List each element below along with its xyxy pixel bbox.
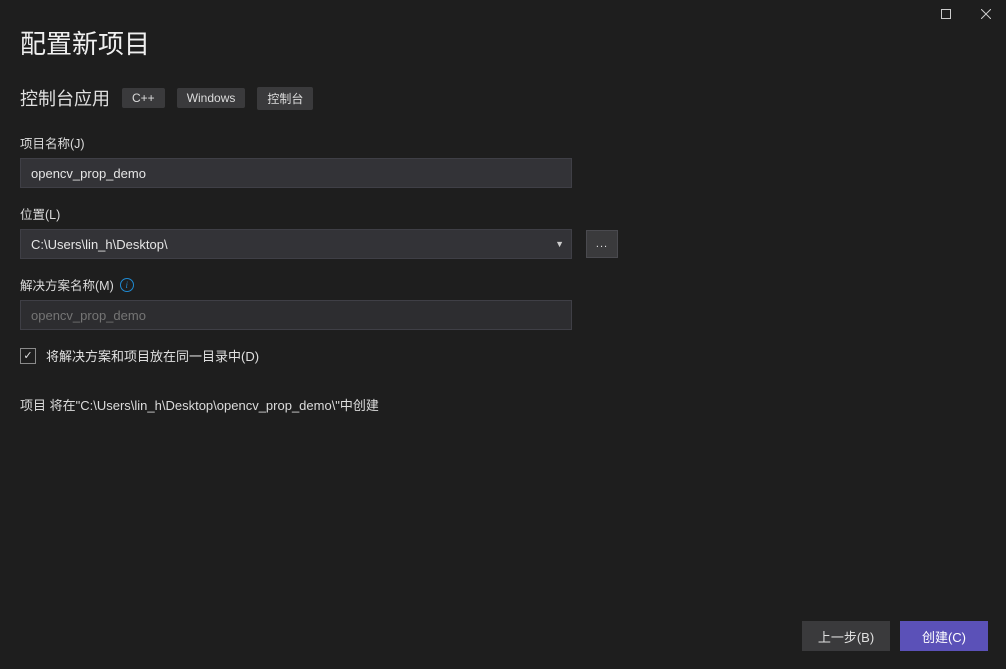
- title-bar: [926, 0, 1006, 28]
- main-content: 配置新项目 控制台应用 C++ Windows 控制台 项目名称(J) 位置(L…: [0, 0, 1006, 434]
- location-combo[interactable]: ▼: [20, 229, 572, 259]
- tag-console: 控制台: [257, 87, 313, 110]
- back-button[interactable]: 上一步(B): [802, 621, 890, 651]
- location-label: 位置(L): [20, 204, 986, 223]
- same-dir-checkbox[interactable]: ✓: [20, 348, 36, 364]
- create-button[interactable]: 创建(C): [900, 621, 988, 651]
- footer-buttons: 上一步(B) 创建(C): [802, 621, 988, 651]
- close-button[interactable]: [966, 0, 1006, 28]
- location-group: 位置(L) ▼ ...: [20, 204, 986, 259]
- project-name-group: 项目名称(J): [20, 133, 986, 188]
- solution-name-label: 解决方案名称(M): [20, 275, 114, 294]
- solution-name-input: [20, 300, 572, 330]
- project-name-label: 项目名称(J): [20, 133, 986, 152]
- template-subtitle: 控制台应用: [20, 85, 110, 111]
- subtitle-row: 控制台应用 C++ Windows 控制台: [20, 85, 986, 111]
- location-input[interactable]: [20, 229, 572, 259]
- same-dir-row: ✓ 将解决方案和项目放在同一目录中(D): [20, 346, 986, 365]
- same-dir-label: 将解决方案和项目放在同一目录中(D): [46, 346, 259, 365]
- maximize-icon: [941, 7, 951, 22]
- info-icon[interactable]: i: [120, 278, 134, 292]
- project-name-input[interactable]: [20, 158, 572, 188]
- check-icon: ✓: [23, 349, 32, 362]
- solution-name-group: 解决方案名称(M) i: [20, 275, 986, 330]
- page-title: 配置新项目: [20, 24, 986, 61]
- maximize-button[interactable]: [926, 0, 966, 28]
- tag-cpp: C++: [122, 88, 165, 108]
- browse-button[interactable]: ...: [586, 230, 618, 258]
- tag-windows: Windows: [177, 88, 246, 108]
- close-icon: [981, 7, 991, 22]
- creation-summary: 项目 将在"C:\Users\lin_h\Desktop\opencv_prop…: [20, 395, 986, 414]
